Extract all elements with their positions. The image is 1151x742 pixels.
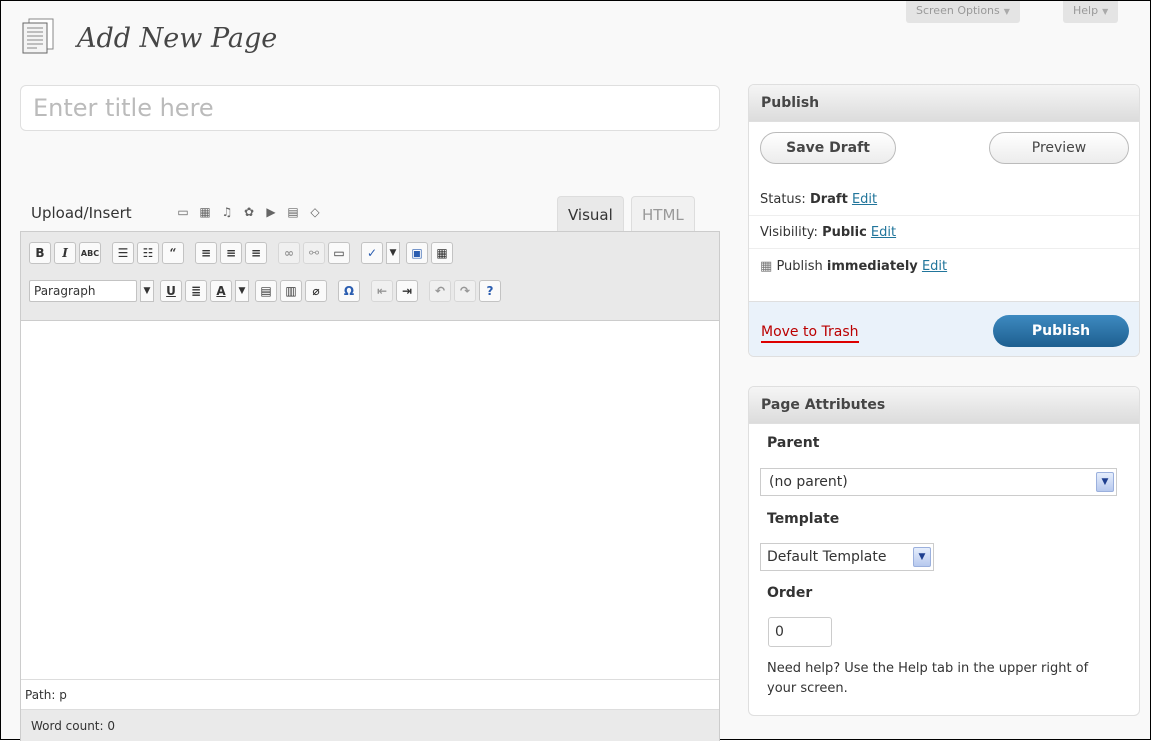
upload-insert-label: Upload/Insert <box>31 204 132 222</box>
parent-select[interactable]: (no parent) ▼ <box>760 468 1117 496</box>
publish-label: Publish <box>776 259 823 274</box>
media-buttons: ▭ ▦ ♫ ✿ ▶ ▤ ◇ <box>176 205 322 219</box>
format-dropdown[interactable]: ▼ <box>140 280 154 302</box>
gallery-icon[interactable]: ▦ <box>198 205 212 219</box>
editor-toolbar: B I ABC ☰ ☷ “ ≡ ≡ ≡ ∞ ⚯ ▭ ✓ ▼ ▣ ▦ Paragr… <box>21 232 719 321</box>
special-char-button[interactable]: Ω <box>338 280 360 302</box>
underline-button[interactable]: U <box>160 280 182 302</box>
screen-options-label: Screen Options <box>916 4 1000 17</box>
spellcheck-dropdown[interactable]: ▼ <box>386 242 400 264</box>
format-select[interactable]: Paragraph <box>29 280 137 302</box>
toolbar-row-1: B I ABC ☰ ☷ “ ≡ ≡ ≡ ∞ ⚯ ▭ ✓ ▼ ▣ ▦ <box>29 242 456 264</box>
align-left-button[interactable]: ≡ <box>195 242 217 264</box>
status-row: Status: Draft Edit <box>760 192 877 207</box>
paste-text-button[interactable]: ▤ <box>255 280 277 302</box>
title-placeholder: Enter title here <box>33 94 214 122</box>
chevron-down-icon: ▼ <box>1102 7 1109 16</box>
order-input[interactable]: 0 <box>768 617 832 647</box>
status-value: Draft <box>809 192 848 207</box>
indent-button[interactable]: ⇥ <box>396 280 418 302</box>
status-edit-link[interactable]: Edit <box>852 192 877 207</box>
publish-actions: Move to Trash Publish <box>749 301 1139 356</box>
help-text: Need help? Use the Help tab in the upper… <box>767 661 1089 696</box>
chevron-down-icon: ▼ <box>913 547 931 567</box>
tab-html[interactable]: HTML <box>631 196 695 231</box>
blockquote-button[interactable]: “ <box>162 242 184 264</box>
help-button[interactable]: ? <box>479 280 501 302</box>
save-draft-button[interactable]: Save Draft <box>760 132 896 164</box>
order-label: Order <box>767 585 813 601</box>
media-icon[interactable]: ✿ <box>242 205 256 219</box>
editor-path: Path: p <box>21 679 719 709</box>
spellcheck-button[interactable]: ✓ <box>361 242 383 264</box>
publish-value: immediately <box>826 259 918 274</box>
publish-box-title: Publish <box>749 85 1139 122</box>
title-input[interactable]: Enter title here <box>20 85 720 131</box>
justify-button[interactable]: ≣ <box>185 280 207 302</box>
drop-icon[interactable]: ◇ <box>308 205 322 219</box>
word-count: Word count: 0 <box>21 709 719 741</box>
help-tab[interactable]: Help ▼ <box>1063 1 1119 23</box>
preview-button[interactable]: Preview <box>989 132 1129 164</box>
content-editor: B I ABC ☰ ☷ “ ≡ ≡ ≡ ∞ ⚯ ▭ ✓ ▼ ▣ ▦ Paragr… <box>20 231 720 741</box>
move-to-trash-link[interactable]: Move to Trash <box>761 324 859 343</box>
bullet-list-button[interactable]: ☰ <box>112 242 134 264</box>
parent-value: (no parent) <box>769 474 848 490</box>
text-icon[interactable]: ▤ <box>286 205 300 219</box>
video-icon[interactable]: ▶ <box>264 205 278 219</box>
unlink-button[interactable]: ⚯ <box>303 242 325 264</box>
publish-button[interactable]: Publish <box>993 315 1129 347</box>
visibility-value: Public <box>822 225 867 240</box>
page-icon <box>21 17 55 55</box>
tab-visual[interactable]: Visual <box>557 196 624 231</box>
image-icon[interactable]: ▭ <box>176 205 190 219</box>
visibility-label: Visibility: <box>760 225 818 240</box>
italic-button[interactable]: I <box>54 242 76 264</box>
screen-options-tab[interactable]: Screen Options ▼ <box>906 1 1020 23</box>
audio-icon[interactable]: ♫ <box>220 205 234 219</box>
paste-word-button[interactable]: ▥ <box>280 280 302 302</box>
page-attributes-box: Page Attributes Parent (no parent) ▼ Tem… <box>748 386 1140 716</box>
fullscreen-button[interactable]: ▣ <box>406 242 428 264</box>
chevron-down-icon: ▼ <box>1096 472 1114 492</box>
toolbar-row-2: Paragraph ▼ U ≣ A ▼ ▤ ▥ ⌀ Ω ⇤ ⇥ ↶ ↷ ? <box>29 280 504 302</box>
template-value: Default Template <box>767 549 887 565</box>
undo-button[interactable]: ↶ <box>429 280 451 302</box>
align-right-button[interactable]: ≡ <box>245 242 267 264</box>
bold-button[interactable]: B <box>29 242 51 264</box>
numbered-list-button[interactable]: ☷ <box>137 242 159 264</box>
template-label: Template <box>767 511 840 527</box>
link-button[interactable]: ∞ <box>278 242 300 264</box>
schedule-edit-link[interactable]: Edit <box>922 259 947 274</box>
strikethrough-button[interactable]: ABC <box>79 242 101 264</box>
outdent-button[interactable]: ⇤ <box>371 280 393 302</box>
editor-screen: Add New Page Screen Options ▼ Help ▼ Enter… <box>0 0 1151 741</box>
help-label: Help <box>1073 4 1099 17</box>
align-center-button[interactable]: ≡ <box>220 242 242 264</box>
visibility-row: Visibility: Public Edit <box>760 225 896 240</box>
calendar-icon: ▦ <box>760 259 773 274</box>
kitchen-sink-button[interactable]: ▦ <box>431 242 453 264</box>
visibility-edit-link[interactable]: Edit <box>871 225 896 240</box>
template-select[interactable]: Default Template ▼ <box>760 543 934 571</box>
redo-button[interactable]: ↷ <box>454 280 476 302</box>
text-color-button[interactable]: A <box>210 280 232 302</box>
publish-box: Publish Save Draft Preview Status: Draft… <box>748 84 1140 357</box>
page-title: Add New Page <box>77 23 278 54</box>
status-label: Status: <box>760 192 806 207</box>
text-color-dropdown[interactable]: ▼ <box>235 280 249 302</box>
clear-formatting-button[interactable]: ⌀ <box>305 280 327 302</box>
more-tag-button[interactable]: ▭ <box>328 242 350 264</box>
schedule-row: ▦ Publish immediately Edit <box>760 259 947 274</box>
parent-label: Parent <box>767 435 820 451</box>
chevron-down-icon: ▼ <box>1003 7 1010 16</box>
page-attributes-title: Page Attributes <box>749 387 1139 424</box>
